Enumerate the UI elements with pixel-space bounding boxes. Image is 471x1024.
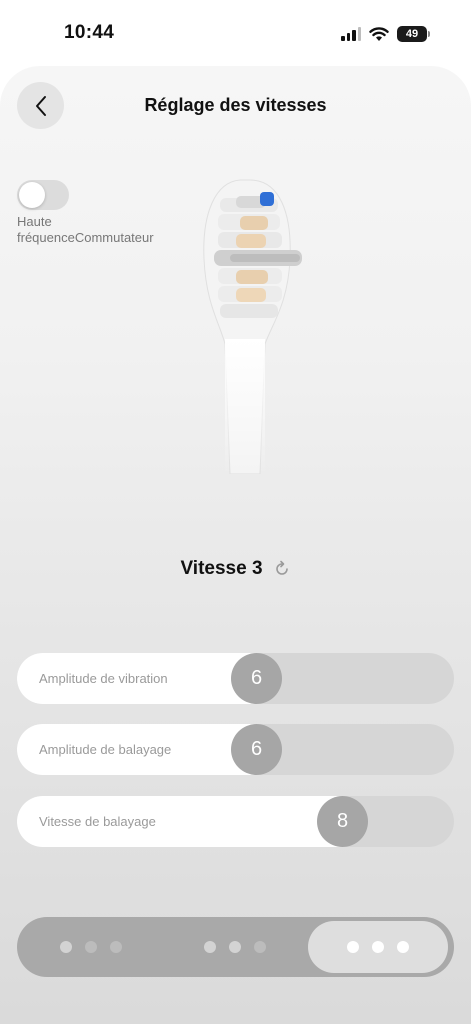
mode-dot — [397, 941, 409, 953]
status-time: 10:44 — [64, 22, 115, 43]
slider-thumb[interactable]: 8 — [317, 796, 368, 847]
slider-label: Vitesse de balayage — [39, 814, 156, 829]
slider-thumb[interactable]: 6 — [231, 724, 282, 775]
high-frequency-toggle[interactable] — [17, 180, 69, 210]
battery-level: 49 — [405, 28, 419, 40]
status-bar: 10:44 49 — [0, 0, 471, 66]
mode-dot — [347, 941, 359, 953]
mode-option-3[interactable] — [308, 921, 448, 973]
toothbrush-head-image — [203, 179, 302, 474]
mode-dot — [85, 941, 97, 953]
mode-selector — [17, 917, 454, 977]
mode-dot — [229, 941, 241, 953]
battery-icon: 49 — [397, 26, 430, 42]
sweep-speed-slider[interactable]: Vitesse de balayage 8 — [17, 796, 454, 847]
settings-sheet: Réglage des vitesses Haute fréquenceComm… — [0, 66, 471, 1024]
wifi-icon — [369, 26, 389, 41]
speed-row: Vitesse 3 — [0, 558, 471, 580]
status-icons: 49 — [341, 24, 430, 44]
speed-label: Vitesse 3 — [180, 558, 263, 579]
mode-dot — [254, 941, 266, 953]
slider-label: Amplitude de balayage — [39, 742, 172, 757]
page-title: Réglage des vitesses — [144, 95, 327, 115]
mode-dot — [110, 941, 122, 953]
mode-option-2[interactable] — [165, 921, 305, 973]
toggle-knob — [19, 182, 45, 208]
refresh-icon[interactable] — [273, 560, 291, 578]
mode-dot — [60, 941, 72, 953]
cellular-signal-icon — [341, 27, 361, 41]
mode-option-1[interactable] — [21, 921, 161, 973]
slider-thumb[interactable]: 6 — [231, 653, 282, 704]
mode-dot — [204, 941, 216, 953]
mode-dot — [372, 941, 384, 953]
high-frequency-toggle-label: Haute fréquenceCommutateur — [17, 214, 154, 245]
slider-label: Amplitude de vibration — [39, 671, 168, 686]
vibration-amplitude-slider[interactable]: Amplitude de vibration 6 — [17, 653, 454, 704]
sweep-amplitude-slider[interactable]: Amplitude de balayage 6 — [17, 724, 454, 775]
